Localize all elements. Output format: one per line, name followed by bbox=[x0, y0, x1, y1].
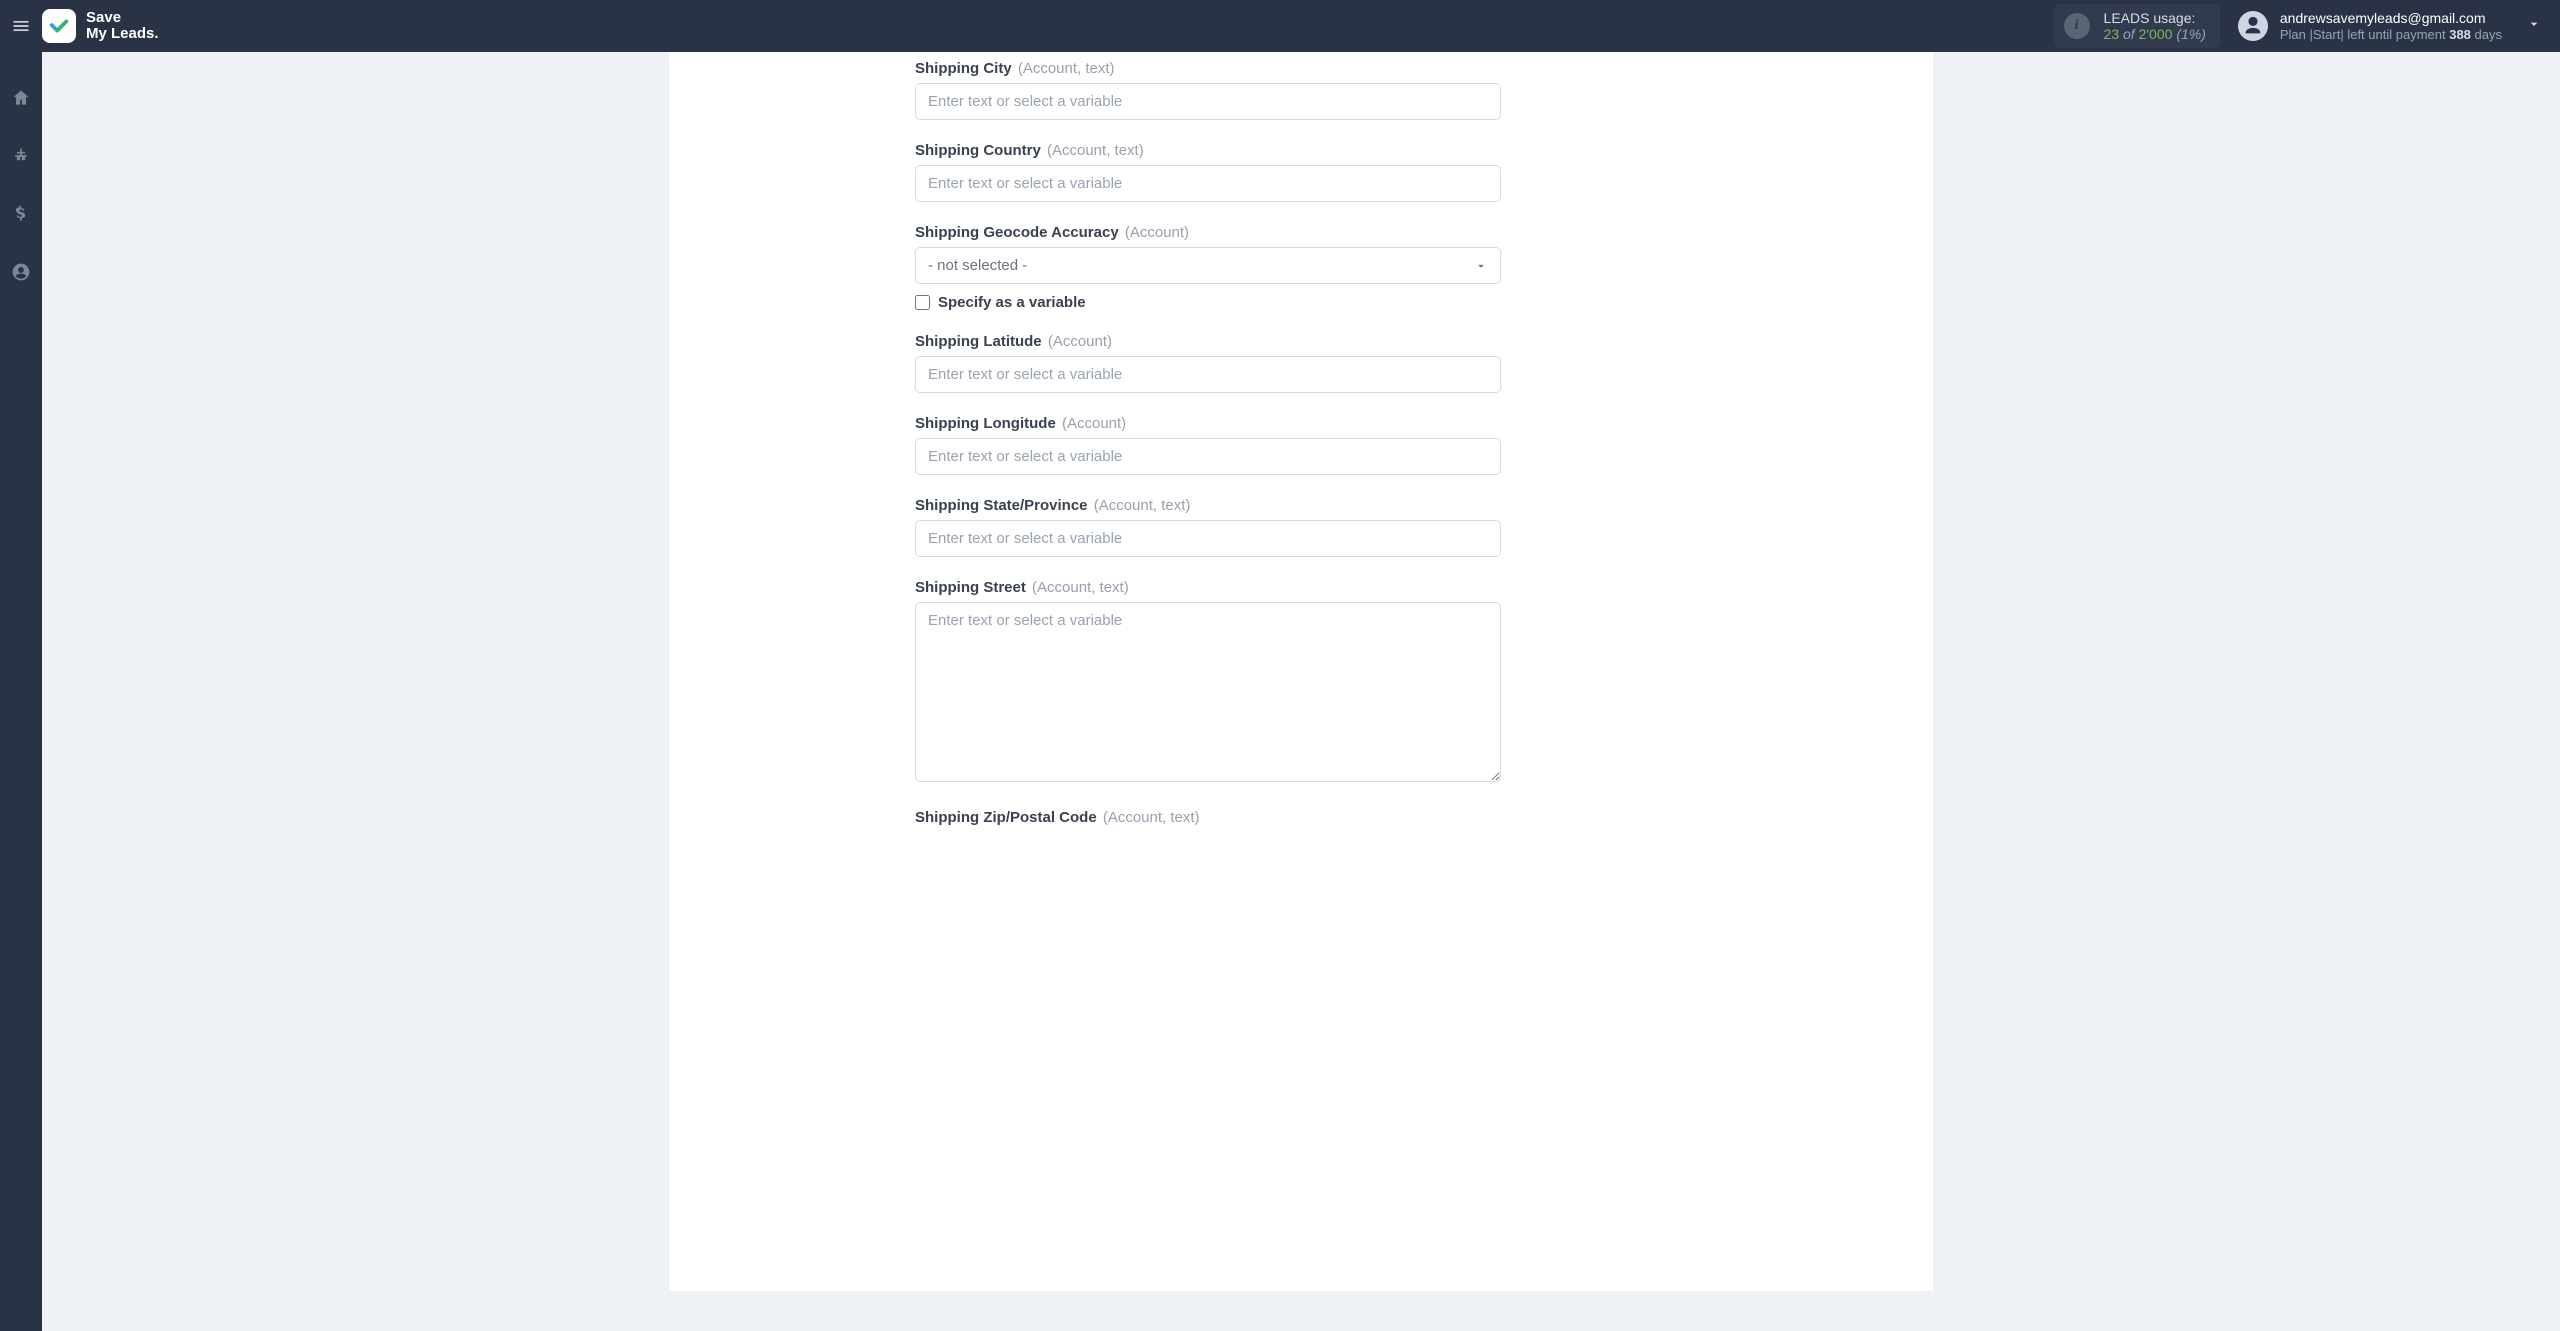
home-icon bbox=[11, 88, 31, 108]
page-scroll[interactable]: Shipping City (Account, text) Shipping C… bbox=[42, 52, 2560, 1331]
input-shipping-longitude[interactable] bbox=[915, 438, 1501, 475]
label-shipping-country: Shipping Country (Account, text) bbox=[915, 142, 1501, 159]
field-shipping-zip: Shipping Zip/Postal Code (Account, text) bbox=[915, 809, 1501, 826]
label-shipping-zip: Shipping Zip/Postal Code (Account, text) bbox=[915, 809, 1501, 826]
field-shipping-city: Shipping City (Account, text) bbox=[915, 60, 1501, 120]
user-email: andrewsavemyleads@gmail.com bbox=[2280, 10, 2502, 27]
info-icon: i bbox=[2064, 13, 2090, 39]
brand-line2: My Leads. bbox=[86, 26, 159, 43]
field-shipping-street: Shipping Street (Account, text) bbox=[915, 579, 1501, 787]
select-shipping-geocode[interactable]: - not selected - bbox=[915, 247, 1501, 284]
user-plan: Plan |Start| left until payment 388 days bbox=[2280, 27, 2502, 43]
usage-of: of bbox=[2123, 26, 2135, 42]
field-shipping-latitude: Shipping Latitude (Account) bbox=[915, 333, 1501, 393]
form-column: Shipping City (Account, text) Shipping C… bbox=[915, 60, 1501, 826]
label-shipping-state: Shipping State/Province (Account, text) bbox=[915, 497, 1501, 514]
nav-home[interactable] bbox=[0, 80, 42, 116]
select-shipping-geocode-value: - not selected - bbox=[928, 257, 1027, 274]
checkbox-row-specify-variable[interactable]: Specify as a variable bbox=[915, 294, 1501, 311]
user-menu-toggle[interactable] bbox=[2526, 16, 2542, 37]
nav-connections[interactable] bbox=[0, 138, 42, 174]
chevron-down-icon bbox=[2526, 16, 2542, 32]
checkbox-label-specify-variable: Specify as a variable bbox=[938, 294, 1086, 311]
side-nav bbox=[0, 52, 42, 1331]
dollar-icon bbox=[11, 204, 31, 224]
user-circle-icon bbox=[11, 262, 31, 282]
input-shipping-state[interactable] bbox=[915, 520, 1501, 557]
input-shipping-country[interactable] bbox=[915, 165, 1501, 202]
leads-usage-panel[interactable]: i LEADS usage: 23 of 2'000 (1%) bbox=[2054, 4, 2220, 48]
user-menu[interactable]: andrewsavemyleads@gmail.com Plan |Start|… bbox=[2238, 10, 2502, 42]
nav-account[interactable] bbox=[0, 254, 42, 290]
label-shipping-street: Shipping Street (Account, text) bbox=[915, 579, 1501, 596]
label-shipping-longitude: Shipping Longitude (Account) bbox=[915, 415, 1501, 432]
user-icon bbox=[2242, 15, 2264, 37]
hamburger-icon bbox=[11, 16, 31, 36]
textarea-shipping-street[interactable] bbox=[915, 602, 1501, 782]
usage-pct: (1%) bbox=[2176, 26, 2206, 42]
usage-limit: 2'000 bbox=[2139, 26, 2173, 42]
avatar bbox=[2238, 11, 2268, 41]
sitemap-icon bbox=[11, 146, 31, 166]
checkbox-specify-variable[interactable] bbox=[915, 295, 930, 310]
usage-label: LEADS usage: bbox=[2104, 10, 2206, 26]
top-header: Save My Leads. i LEADS usage: 23 of 2'00… bbox=[0, 0, 2560, 52]
user-text: andrewsavemyleads@gmail.com Plan |Start|… bbox=[2280, 10, 2502, 42]
nav-billing[interactable] bbox=[0, 196, 42, 232]
checkmark-icon bbox=[48, 15, 70, 37]
brand-line1: Save bbox=[86, 9, 121, 26]
input-shipping-city[interactable] bbox=[915, 83, 1501, 120]
label-shipping-city: Shipping City (Account, text) bbox=[915, 60, 1501, 77]
input-shipping-latitude[interactable] bbox=[915, 356, 1501, 393]
form-card: Shipping City (Account, text) Shipping C… bbox=[669, 52, 1933, 1291]
field-shipping-geocode: Shipping Geocode Accuracy (Account) - no… bbox=[915, 224, 1501, 311]
label-shipping-latitude: Shipping Latitude (Account) bbox=[915, 333, 1501, 350]
menu-toggle[interactable] bbox=[0, 0, 42, 52]
usage-used: 23 bbox=[2104, 26, 2120, 42]
brand-logo[interactable] bbox=[42, 9, 76, 43]
label-shipping-geocode: Shipping Geocode Accuracy (Account) bbox=[915, 224, 1501, 241]
leads-usage-text: LEADS usage: 23 of 2'000 (1%) bbox=[2104, 10, 2206, 42]
brand-name[interactable]: Save My Leads. bbox=[86, 10, 159, 43]
field-shipping-longitude: Shipping Longitude (Account) bbox=[915, 415, 1501, 475]
field-shipping-country: Shipping Country (Account, text) bbox=[915, 142, 1501, 202]
chevron-down-icon bbox=[1474, 259, 1488, 273]
field-shipping-state: Shipping State/Province (Account, text) bbox=[915, 497, 1501, 557]
